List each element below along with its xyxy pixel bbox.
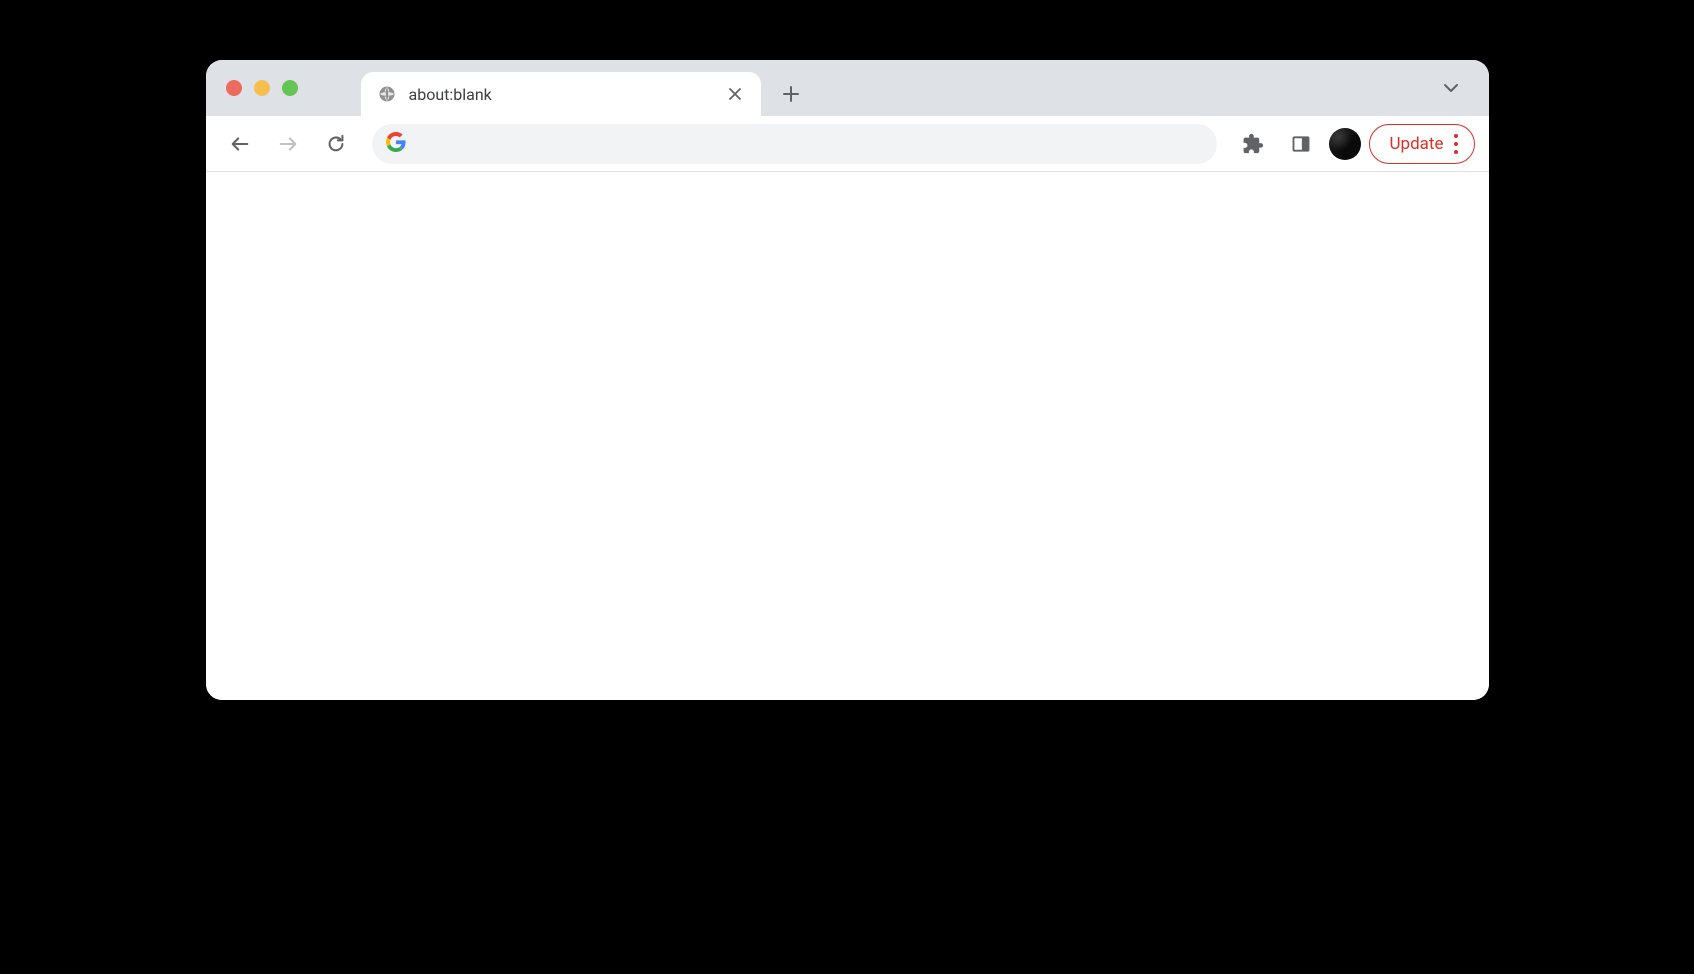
maximize-window-button[interactable] [282, 80, 298, 96]
plus-icon [782, 85, 800, 103]
window-controls [226, 80, 298, 96]
reload-button[interactable] [316, 124, 356, 164]
back-button[interactable] [220, 124, 260, 164]
close-tab-button[interactable] [725, 84, 745, 104]
tabs-dropdown-button[interactable] [1433, 70, 1469, 106]
close-window-button[interactable] [226, 80, 242, 96]
google-g-icon [386, 132, 406, 156]
close-icon [728, 87, 742, 101]
update-button-label: Update [1390, 134, 1444, 154]
kebab-menu-icon [1454, 134, 1458, 154]
profile-avatar[interactable] [1329, 128, 1361, 160]
tabs-area: about:blank [361, 60, 809, 116]
toolbar-right: Update [1233, 124, 1475, 164]
new-tab-button[interactable] [773, 76, 809, 112]
arrow-right-icon [277, 133, 299, 155]
browser-window: about:blank [206, 60, 1489, 700]
toolbar: Update [206, 116, 1489, 172]
minimize-window-button[interactable] [254, 80, 270, 96]
side-panel-button[interactable] [1281, 124, 1321, 164]
arrow-left-icon [229, 133, 251, 155]
tab-strip: about:blank [206, 60, 1489, 116]
tab-title: about:blank [409, 85, 713, 104]
globe-icon [377, 84, 397, 104]
puzzle-piece-icon [1242, 133, 1264, 155]
page-content [206, 172, 1489, 700]
update-button[interactable]: Update [1369, 124, 1475, 164]
address-input[interactable] [416, 135, 1203, 153]
side-panel-icon [1291, 134, 1311, 154]
extensions-button[interactable] [1233, 124, 1273, 164]
browser-tab[interactable]: about:blank [361, 72, 761, 116]
address-bar[interactable] [372, 124, 1217, 164]
reload-icon [325, 133, 347, 155]
chevron-down-icon [1442, 79, 1460, 97]
forward-button[interactable] [268, 124, 308, 164]
